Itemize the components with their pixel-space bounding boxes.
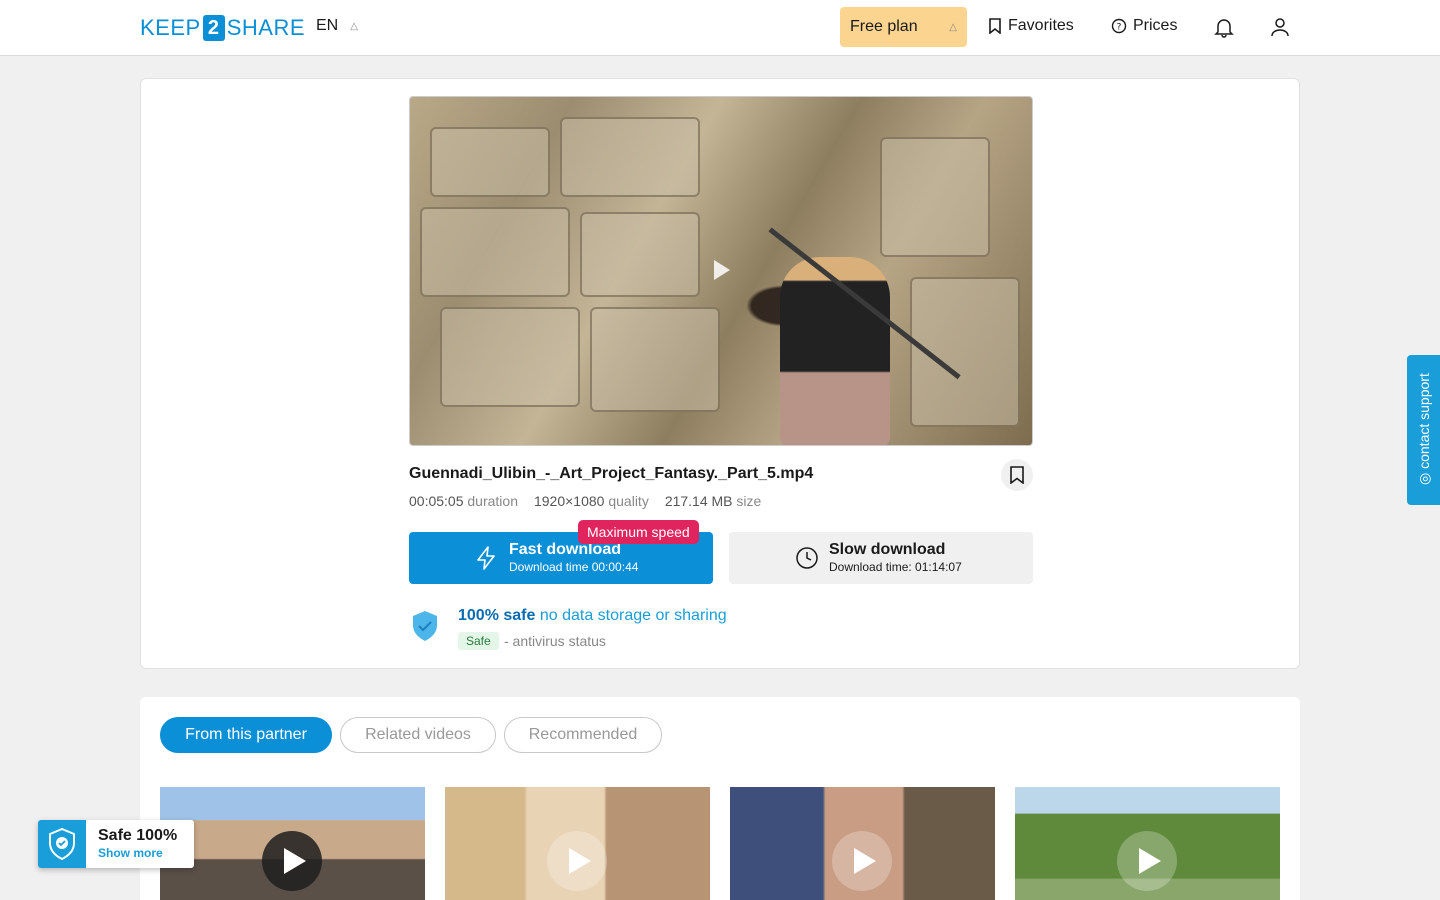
- shield-check-icon: [49, 828, 75, 860]
- question-circle-icon: ?: [1111, 18, 1127, 34]
- contact-support-button[interactable]: ◎ contact support: [1407, 355, 1440, 505]
- chevron-up-icon: △: [350, 20, 358, 32]
- video-texture: [430, 127, 550, 197]
- free-plan-label: Free plan: [850, 18, 918, 35]
- slow-download-button[interactable]: Slow download Download time: 01:14:07: [729, 532, 1033, 584]
- bookmark-icon: [1010, 466, 1024, 484]
- video-thumbnail[interactable]: [160, 787, 425, 900]
- file-meta: 00:05:05 duration 1920×1080 quality 217.…: [409, 493, 761, 509]
- play-icon[interactable]: [262, 831, 322, 891]
- slow-download-time: Download time: 01:14:07: [829, 560, 962, 574]
- bookmark-icon: [989, 18, 1001, 34]
- language-selector[interactable]: EN △: [316, 17, 358, 35]
- video-thumbnail[interactable]: [730, 787, 995, 900]
- play-icon[interactable]: [714, 260, 730, 280]
- favorites-link[interactable]: Favorites: [988, 17, 1074, 35]
- file-card: Guennadi_Ulibin_-_Art_Project_Fantasy._P…: [140, 78, 1300, 669]
- svg-text:?: ?: [1117, 23, 1122, 33]
- video-thumbnail[interactable]: [445, 787, 710, 900]
- duration-info: 00:05:05 duration: [409, 493, 518, 509]
- tab-recommended[interactable]: Recommended: [504, 717, 662, 753]
- size-info: 217.14 MB size: [664, 493, 762, 509]
- prices-label: Prices: [1133, 17, 1178, 34]
- user-icon[interactable]: [1268, 15, 1292, 39]
- shield-check-icon: [413, 611, 437, 641]
- video-texture: [880, 137, 990, 257]
- logo-text-right: SHARE: [226, 15, 305, 40]
- video-texture: [560, 117, 700, 197]
- video-texture: [420, 207, 570, 297]
- safe-widget-title: Safe 100%: [98, 827, 178, 844]
- video-texture: [580, 212, 700, 297]
- logo-number: 2: [202, 15, 225, 41]
- clock-icon: [796, 547, 818, 569]
- play-icon[interactable]: [832, 831, 892, 891]
- antivirus-status: - antivirus status: [504, 633, 606, 649]
- play-icon[interactable]: [1117, 831, 1177, 891]
- fast-download-time: Download time 00:00:44: [509, 560, 639, 574]
- video-figure: [780, 257, 890, 445]
- maximum-speed-badge: Maximum speed: [578, 520, 699, 544]
- lightning-icon: [477, 546, 495, 570]
- bookmark-button[interactable]: [1001, 459, 1033, 491]
- safe-badge: Safe: [458, 632, 499, 650]
- keep2share-logo[interactable]: KEEP 2 SHARE: [140, 14, 305, 42]
- top-header: KEEP 2 SHARE EN △ Free plan △ Favorites …: [0, 0, 1440, 56]
- video-texture: [440, 307, 580, 407]
- quality-info: 1920×1080 quality: [533, 493, 649, 509]
- videos-section: From this partner Related videos Recomme…: [140, 697, 1300, 900]
- safety-message: 100% safe no data storage or sharing: [458, 607, 727, 624]
- show-more-link[interactable]: Show more: [98, 845, 177, 861]
- free-plan-button[interactable]: Free plan △: [840, 7, 967, 47]
- logo-text-left: KEEP: [140, 15, 201, 40]
- video-thumbnail[interactable]: [1015, 787, 1280, 900]
- prices-link[interactable]: ? Prices: [1111, 17, 1177, 35]
- slow-download-label: Slow download: [829, 541, 946, 558]
- favorites-label: Favorites: [1008, 17, 1074, 34]
- contact-support-label: ◎ contact support: [1416, 373, 1432, 485]
- tab-related-videos[interactable]: Related videos: [340, 717, 496, 753]
- tab-from-this-partner[interactable]: From this partner: [160, 717, 332, 753]
- video-preview[interactable]: [409, 96, 1033, 446]
- safe-widget[interactable]: Safe 100% Show more: [38, 820, 194, 868]
- chevron-up-icon: △: [949, 21, 957, 33]
- file-name: Guennadi_Ulibin_-_Art_Project_Fantasy._P…: [409, 465, 814, 482]
- bell-icon[interactable]: [1212, 15, 1236, 39]
- language-label: EN: [316, 17, 339, 34]
- video-texture: [590, 307, 720, 412]
- play-icon[interactable]: [547, 831, 607, 891]
- shield-box: [38, 820, 86, 868]
